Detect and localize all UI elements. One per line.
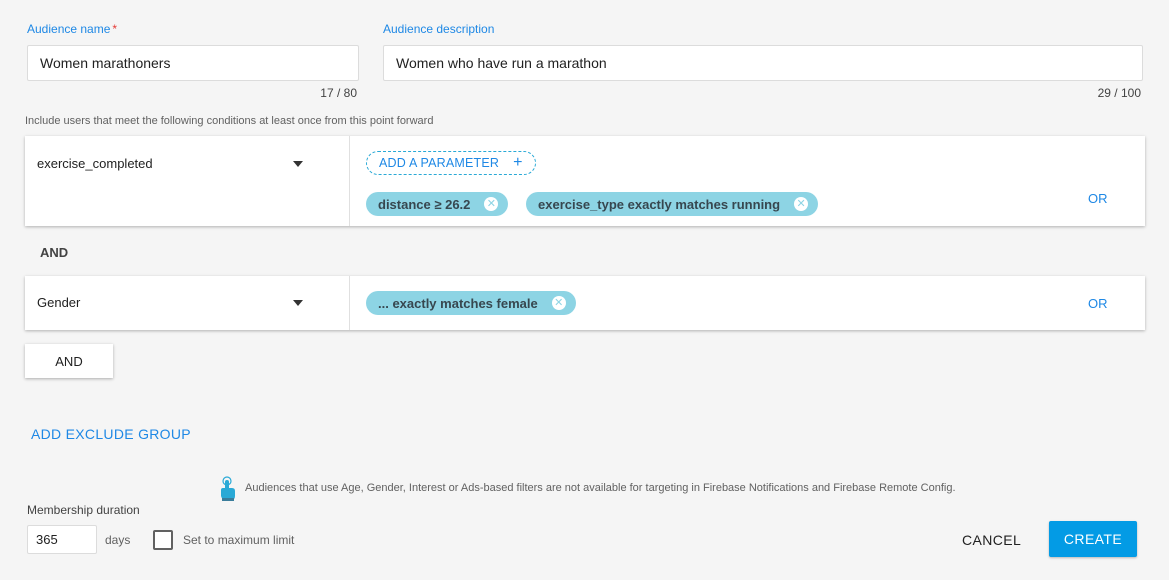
and-separator: AND bbox=[40, 245, 69, 260]
audience-name-value: Women marathoners bbox=[40, 55, 171, 71]
max-limit-label: Set to maximum limit bbox=[183, 533, 295, 547]
dropdown-arrow-icon bbox=[293, 300, 303, 306]
add-exclude-group-link[interactable]: ADD EXCLUDE GROUP bbox=[31, 426, 191, 442]
notice-text: Audiences that use Age, Gender, Interest… bbox=[245, 482, 956, 494]
event-dropdown[interactable]: exercise_completed bbox=[25, 136, 350, 226]
chip-label: ... exactly matches female bbox=[378, 295, 538, 311]
audience-description-input[interactable]: Women who have run a marathon bbox=[383, 45, 1143, 81]
chip-label: exercise_type exactly matches running bbox=[538, 196, 781, 212]
membership-duration-label: Membership duration bbox=[27, 503, 140, 517]
chip-label: distance ≥ 26.2 bbox=[378, 196, 471, 212]
audience-description-value: Women who have run a marathon bbox=[396, 55, 607, 71]
days-unit-label: days bbox=[105, 533, 131, 547]
touch-hand-icon bbox=[218, 476, 238, 502]
create-button[interactable]: CREATE bbox=[1049, 521, 1137, 557]
max-limit-checkbox[interactable] bbox=[153, 530, 173, 550]
parameter-chip[interactable]: ... exactly matches female ✕ bbox=[366, 291, 576, 315]
cancel-button[interactable]: CANCEL bbox=[962, 532, 1021, 548]
condition-params: ... exactly matches female ✕ OR bbox=[350, 276, 1145, 330]
or-link[interactable]: OR bbox=[1088, 191, 1108, 206]
and-button[interactable]: AND bbox=[25, 344, 113, 378]
audience-description-counter: 29 / 100 bbox=[1097, 86, 1141, 100]
membership-days-value: 365 bbox=[36, 532, 58, 547]
close-icon[interactable]: ✕ bbox=[484, 197, 499, 211]
event-dropdown-value: exercise_completed bbox=[37, 156, 153, 171]
audience-name-input[interactable]: Women marathoners bbox=[27, 45, 359, 81]
or-link[interactable]: OR bbox=[1088, 296, 1108, 311]
audience-name-counter: 17 / 80 bbox=[320, 86, 357, 100]
dropdown-arrow-icon bbox=[293, 161, 303, 167]
parameter-chip[interactable]: exercise_type exactly matches running ✕ bbox=[526, 192, 819, 216]
conditions-hint: Include users that meet the following co… bbox=[25, 115, 434, 127]
condition-card-event: exercise_completed ADD A PARAMETER + dis… bbox=[25, 136, 1145, 226]
gender-dropdown[interactable]: Gender bbox=[25, 276, 350, 330]
condition-card-gender: Gender ... exactly matches female ✕ OR bbox=[25, 276, 1145, 330]
gender-dropdown-value: Gender bbox=[37, 295, 81, 310]
condition-params: ADD A PARAMETER + distance ≥ 26.2 ✕ exer… bbox=[350, 136, 1145, 226]
plus-icon: + bbox=[513, 154, 523, 171]
add-parameter-label: ADD A PARAMETER bbox=[379, 156, 500, 170]
add-parameter-button[interactable]: ADD A PARAMETER + bbox=[366, 151, 536, 175]
parameter-chip[interactable]: distance ≥ 26.2 ✕ bbox=[366, 192, 509, 216]
audience-description-label: Audience description bbox=[383, 22, 495, 36]
membership-days-input[interactable]: 365 bbox=[27, 525, 97, 554]
close-icon[interactable]: ✕ bbox=[551, 296, 566, 310]
audience-name-label: Audience name * bbox=[27, 22, 118, 36]
required-mark: * bbox=[112, 22, 118, 36]
close-icon[interactable]: ✕ bbox=[794, 197, 809, 211]
